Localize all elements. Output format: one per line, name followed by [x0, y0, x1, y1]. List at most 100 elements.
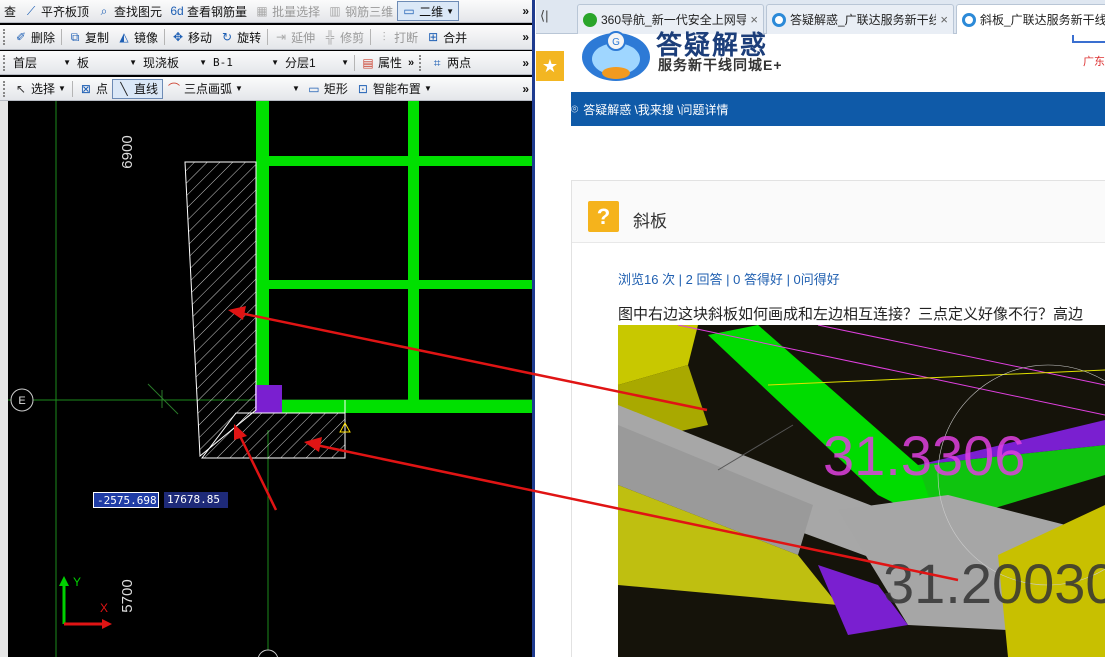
view-rebar-button[interactable]: 6d 查看钢筋量	[166, 1, 251, 21]
two-points-button[interactable]: ⌗ 两点	[426, 53, 475, 73]
beam-vertical-middle[interactable]	[408, 101, 419, 401]
glodon-icon	[772, 12, 786, 27]
mirror-button[interactable]: ◭ 镜像	[113, 27, 162, 47]
trim-button[interactable]: ╬ 修剪	[319, 27, 368, 47]
subtype-select[interactable]: 现浇板 ▼	[140, 53, 210, 72]
toolbar-grip[interactable]	[419, 54, 423, 71]
breadcrumb-bar: ⌾ 答疑解惑 \我来搜 \问题详情	[571, 92, 1105, 126]
break-label: 打断	[394, 30, 419, 45]
question-mark-icon: ?	[588, 201, 619, 232]
chevron-down-icon: ▼	[58, 84, 66, 93]
close-icon[interactable]: ×	[940, 12, 948, 27]
beam-horizontal-top[interactable]	[269, 156, 532, 166]
question-header: ? 斜板	[572, 181, 1105, 243]
merge-button[interactable]: ⊞ 合并	[422, 27, 471, 47]
mascot-logo[interactable]: G	[572, 27, 654, 83]
copy-button[interactable]: ⧉ 复制	[64, 27, 113, 47]
move-button[interactable]: ✥ 移动	[167, 27, 216, 47]
beam-horizontal-bottom[interactable]	[256, 400, 532, 413]
rebar-3d-button[interactable]: ▥ 钢筋三维	[324, 1, 397, 21]
floor-select[interactable]: 首层 ▼	[10, 53, 74, 72]
question-title: 斜板	[633, 212, 667, 231]
select-label: 选择	[31, 82, 56, 96]
360-browser-icon	[583, 12, 597, 27]
move-label: 移动	[188, 30, 213, 45]
left-dock-strip	[0, 101, 8, 657]
chevron-down-icon: ▼	[446, 6, 455, 16]
line-tool-button[interactable]: ╲ 直线	[111, 78, 163, 99]
smart-layout-label: 智能布置	[372, 82, 421, 96]
subtype-value: 现浇板	[143, 56, 180, 70]
merge-label: 合并	[443, 30, 468, 45]
view-mode-dropdown[interactable]: ▭ 二维 ▼	[397, 1, 460, 21]
sidebar-collapse-icon[interactable]: ⟨|	[540, 8, 548, 24]
toolbar-separator	[164, 29, 166, 45]
chevron-down-icon: ▼	[63, 58, 71, 67]
view-mode-label: 二维	[419, 4, 444, 19]
glodon-icon	[962, 12, 976, 27]
window-splitter[interactable]	[532, 0, 535, 657]
toolbar-separator	[61, 29, 63, 45]
properties-button[interactable]: ▤ 属性	[357, 53, 406, 73]
element-type-select[interactable]: 板 ▼	[74, 53, 140, 72]
svg-text:G: G	[612, 37, 620, 48]
flat-top-button[interactable]: ⟋ 平齐板顶	[20, 1, 93, 21]
breadcrumb[interactable]: 答疑解惑 \我来搜 \问题详情	[583, 101, 728, 118]
arc-label: 三点画弧	[183, 82, 232, 96]
beam-horizontal-middle[interactable]	[269, 280, 532, 289]
rebar-view-icon: 6d	[170, 4, 184, 18]
extend-label: 延伸	[291, 30, 316, 45]
favorite-star-icon[interactable]: ★	[536, 51, 564, 81]
arc-option-select[interactable]: ▼	[247, 79, 303, 98]
flat-top-label: 平齐板顶	[41, 4, 90, 19]
batch-select-label: 批量选择	[272, 4, 321, 19]
rebar-3d-label: 钢筋三维	[345, 4, 394, 19]
flat-top-icon: ⟋	[26, 4, 36, 18]
menu-cut-label: 查	[4, 4, 17, 19]
merge-icon: ⊞	[428, 30, 439, 44]
arc-tool-button[interactable]: ⌒ 三点画弧 ▼	[163, 79, 247, 99]
select-tool-button[interactable]: ↖ 选择 ▼	[10, 79, 70, 99]
toolbar3-overflow-button[interactable]: »	[406, 57, 416, 69]
coord-y-input[interactable]: 17678.85	[164, 492, 228, 508]
toolbar-grip[interactable]	[3, 80, 7, 97]
column[interactable]	[255, 385, 282, 413]
beam-vertical-left[interactable]	[256, 101, 269, 413]
toolbar-grip[interactable]	[3, 29, 7, 45]
tab-qa-glodon[interactable]: 答疑解惑_广联达服务新干线 ×	[766, 4, 954, 34]
break-button[interactable]: ⫶ 打断	[373, 27, 422, 47]
toolbar-separator	[354, 54, 355, 71]
axis-label-e: E	[18, 395, 25, 407]
drawing-canvas[interactable]: E 6900 5700 Y X	[8, 101, 532, 657]
two-points-icon: ⌗	[433, 55, 441, 70]
element-name-select[interactable]: B-1 ▼	[210, 53, 282, 72]
trim-label: 修剪	[340, 30, 365, 45]
region-link[interactable]: 广东	[1083, 53, 1105, 69]
question-stats[interactable]: 浏览16 次 | 2 回答 | 0 答得好 | 0问得好	[618, 269, 840, 288]
batch-select-button[interactable]: ▦ 批量选择	[251, 1, 324, 21]
extend-button[interactable]: ⇥ 延伸	[270, 27, 319, 47]
point-tool-button[interactable]: ⊠ 点	[75, 79, 112, 99]
properties-icon: ▤	[362, 55, 374, 70]
web-page: G ★ 答疑解惑 服务新干线同城E+ 广东 ⌾ 答疑解惑 \我来搜 \问题详情 …	[536, 31, 1105, 657]
menu-cut-button[interactable]: 查	[0, 1, 20, 21]
toolbar-grip[interactable]	[3, 54, 7, 71]
extend-icon: ⇥	[276, 30, 287, 44]
smart-layout-button[interactable]: ⊡ 智能布置 ▼	[352, 79, 436, 99]
layer-select[interactable]: 分层1 ▼	[282, 53, 352, 72]
delete-button[interactable]: ✐ 删除	[10, 27, 59, 47]
rotate-label: 旋转	[237, 30, 262, 45]
question-screenshot-image[interactable]: 31.3306 31.20030	[618, 325, 1105, 657]
coord-x-input[interactable]: -2575.698	[93, 492, 159, 508]
break-icon: ⫶	[382, 30, 386, 44]
find-element-button[interactable]: ⌕ 查找图元	[93, 1, 166, 21]
copy-label: 复制	[85, 30, 110, 45]
chevron-down-icon: ▼	[423, 84, 432, 93]
mirror-label: 镜像	[134, 30, 159, 45]
chevron-down-icon: ▼	[199, 58, 207, 67]
line-label: 直线	[133, 82, 158, 96]
rotate-button[interactable]: ↻ 旋转	[216, 27, 265, 47]
rect-tool-button[interactable]: ▭ 矩形	[303, 79, 352, 99]
view-2d-icon: ▭	[403, 4, 415, 18]
tab-sloped-slab[interactable]: 斜板_广联达服务新干线	[956, 4, 1105, 34]
